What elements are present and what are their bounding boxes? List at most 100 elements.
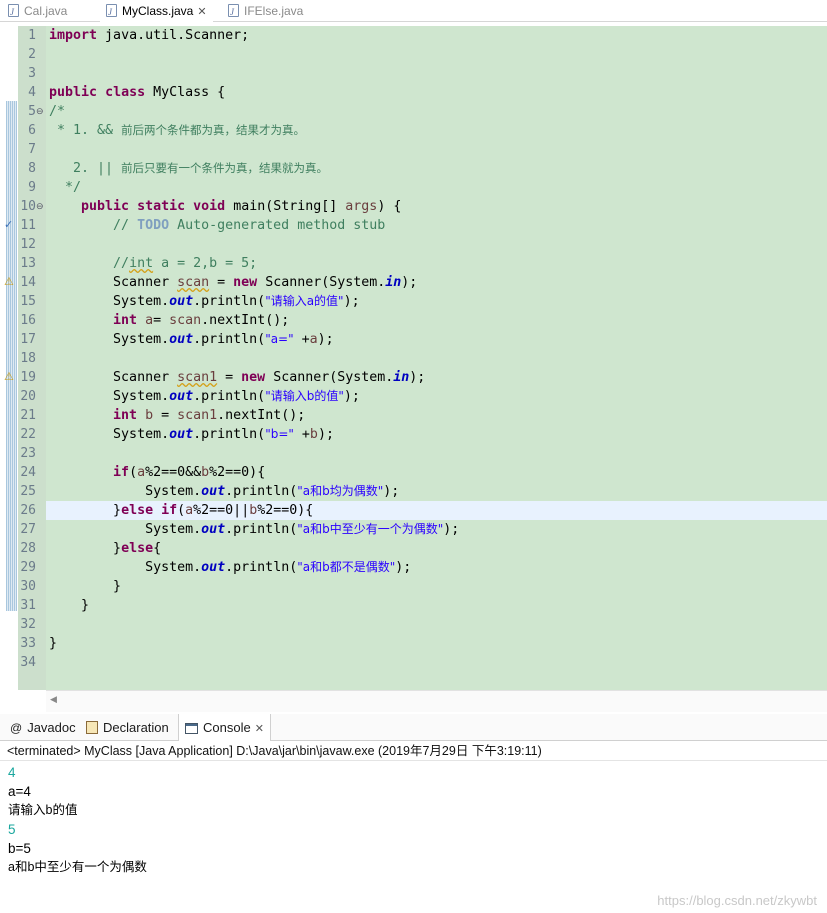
line-number: 24 (20, 465, 36, 480)
line-number: 12 (20, 237, 36, 252)
java-file-icon (106, 1, 117, 23)
code-line-20: System.out.println("请输入b的值"); (113, 389, 360, 404)
code-line-22: System.out.println("b=" +b); (113, 427, 334, 442)
line-number: 14 (20, 275, 36, 290)
code-line-21: int b = scan1.nextInt(); (113, 408, 306, 423)
code-line-1: import java.util.Scanner; (49, 28, 250, 43)
view-tab-bar: @ Javadoc Declaration Console ✕ (0, 714, 827, 741)
console-line: 4 (8, 765, 16, 780)
tab-ifelse-java[interactable]: IFElse.java (228, 0, 304, 23)
line-number: 26 (20, 503, 36, 518)
code-line-26: }else if(a%2==0||b%2==0){ (113, 503, 314, 518)
line-number: 22 (20, 427, 36, 442)
watermark: https://blog.csdn.net/zkywbt (657, 893, 817, 908)
tab-myclass-java[interactable]: MyClass.java✕ (100, 0, 213, 23)
console-icon (185, 723, 198, 734)
line-number: 2 (28, 47, 36, 62)
change-ruler (6, 101, 17, 611)
code-line-17: System.out.println("a=" +a); (113, 332, 334, 347)
java-file-icon (228, 1, 239, 23)
line-number: 6 (28, 123, 36, 138)
line-number: 17 (20, 332, 36, 347)
line-number: 21 (20, 408, 36, 423)
line-number: 9 (28, 180, 36, 195)
console-line: b=5 (8, 841, 31, 856)
console-line: a和b中至少有一个为偶数 (8, 860, 147, 874)
line-number: 1 (28, 28, 36, 43)
tab-declaration[interactable]: Declaration (86, 714, 169, 741)
tab-console[interactable]: Console ✕ (178, 714, 271, 741)
code-line-33: } (49, 636, 58, 651)
line-number: 8 (28, 161, 36, 176)
line-number: 28 (20, 541, 36, 556)
line-number: 30 (20, 579, 36, 594)
tab-label: Cal.java (24, 4, 68, 18)
code-line-14: Scanner scan = new Scanner(System.in); (113, 275, 418, 290)
editor-tab-bar: Cal.java MyClass.java✕ IFElse.java (0, 0, 827, 23)
tab-label: IFElse.java (244, 4, 304, 18)
line-number: 7 (28, 142, 36, 157)
tab-cal-java[interactable]: Cal.java (8, 0, 68, 23)
warning-icon[interactable]: ⚠ (4, 273, 14, 292)
console-output[interactable]: 4 a=4 请输入b的值 5 b=5 a和b中至少有一个为偶数 (0, 760, 827, 913)
line-number: 11 (20, 218, 36, 233)
code-line-10: public static void main(String[] args) { (81, 199, 402, 214)
at-sign-icon: @ (10, 721, 23, 735)
tab-label: MyClass.java (122, 4, 194, 18)
declaration-icon (86, 721, 98, 734)
console-line: 5 (8, 822, 16, 837)
line-number: 4 (28, 85, 36, 100)
line-number: 15 (20, 294, 36, 309)
close-icon[interactable]: ✕ (255, 723, 264, 735)
code-line-8: 2. || 前后只要有一个条件为真，结果就为真。 (49, 161, 329, 176)
code-editor[interactable]: 1 2 3 4 5 6 7 8 9 10 11 12 13 14 15 16 17 18 19 20 21 22 23 24 2… (0, 26, 827, 712)
line-number: 16 (20, 313, 36, 328)
code-line-29: System.out.println("a和b都不是偶数"); (145, 560, 412, 575)
line-number: 18 (20, 351, 36, 366)
code-line-25: System.out.println("a和b均为偶数"); (145, 484, 400, 499)
java-file-icon (8, 1, 19, 23)
line-number: 25 (20, 484, 36, 499)
collapse-icon[interactable]: ⊖ (36, 197, 44, 216)
line-number: 27 (20, 522, 36, 537)
console-status: <terminated> MyClass [Java Application] … (7, 744, 542, 758)
line-number: 3 (28, 66, 36, 81)
scroll-left-icon[interactable]: ◀ (50, 694, 57, 705)
code-line-6: * 1. && 前后两个条件都为真，结果才为真。 (49, 123, 306, 138)
close-icon[interactable]: ✕ (197, 6, 206, 18)
line-number: 13 (20, 256, 36, 271)
collapse-icon[interactable]: ⊖ (36, 102, 44, 121)
line-number: 33 (20, 636, 36, 651)
code-line-28: }else{ (113, 541, 162, 556)
tab-label: Console (203, 720, 251, 735)
line-number: 23 (20, 446, 36, 461)
code-line-9: */ (49, 180, 82, 195)
tab-label: Javadoc (27, 720, 76, 735)
code-line-16: int a= scan.nextInt(); (113, 313, 290, 328)
line-number: 10 (20, 199, 36, 214)
code-line-27: System.out.println("a和b中至少有一个为偶数"); (145, 522, 460, 537)
warning-icon[interactable]: ⚠ (4, 368, 14, 387)
line-number: 19 (20, 370, 36, 385)
console-line: 请输入b的值 (8, 803, 78, 817)
line-number: 31 (20, 598, 36, 613)
code-line-31: } (81, 598, 90, 613)
task-icon[interactable]: ✓ (4, 216, 13, 235)
code-line-24: if(a%2==0&&b%2==0){ (113, 465, 266, 480)
horizontal-scrollbar[interactable]: ◀ (46, 690, 827, 712)
tab-label: Declaration (103, 720, 169, 735)
tab-javadoc[interactable]: @ Javadoc (10, 714, 76, 741)
code-line-30: } (113, 579, 122, 594)
code-line-11: // TODO Auto-generated method stub (113, 218, 386, 233)
code-line-4: public class MyClass { (49, 85, 226, 100)
line-number: 32 (20, 617, 36, 632)
console-line: a=4 (8, 784, 31, 799)
line-number: 5 (28, 104, 36, 119)
code-line-15: System.out.println("请输入a的值"); (113, 294, 360, 309)
line-number: 34 (20, 655, 36, 670)
bottom-views-panel: @ Javadoc Declaration Console ✕ <terminate… (0, 714, 827, 913)
code-line-13: //int a = 2,b = 5; (113, 256, 258, 271)
line-number: 20 (20, 389, 36, 404)
code-line-5: /* (49, 104, 66, 119)
line-number: 29 (20, 560, 36, 575)
